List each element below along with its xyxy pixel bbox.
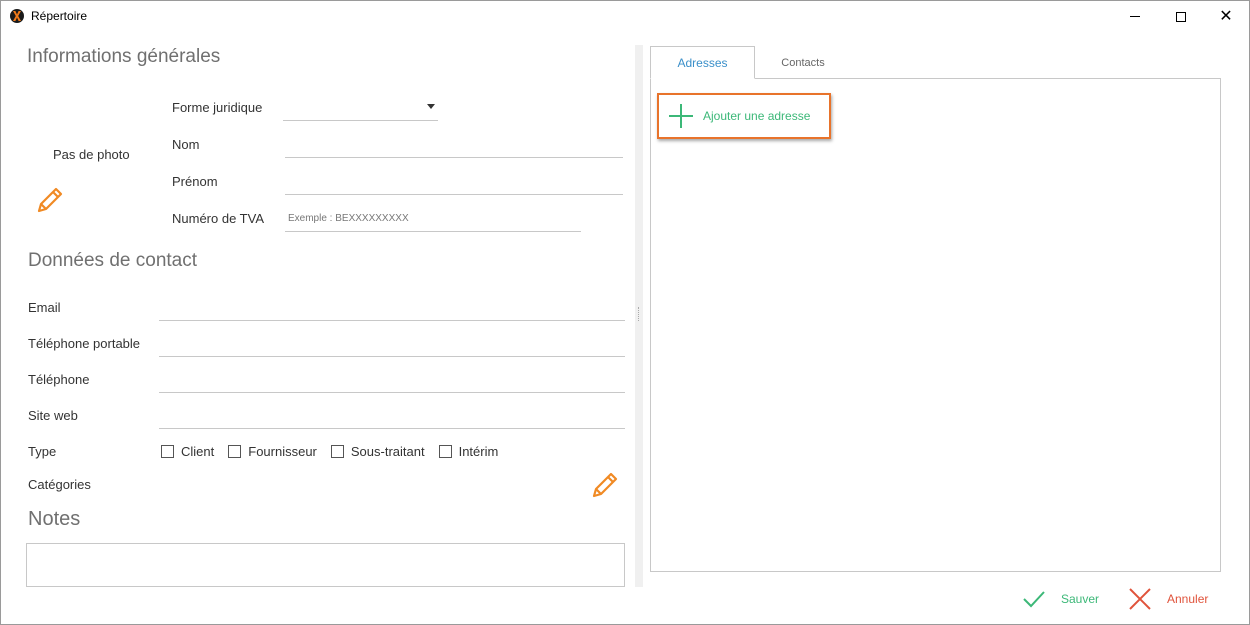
checkbox-box[interactable] — [438, 445, 452, 458]
window-title: Répertoire — [31, 9, 88, 23]
plus-icon — [669, 104, 693, 128]
categories-label: Catégories — [28, 477, 91, 492]
minimize-icon — [1130, 16, 1140, 17]
close-x-icon — [1129, 588, 1151, 610]
general-section-title: Informations générales — [27, 46, 221, 67]
panel-splitter[interactable] — [635, 45, 643, 587]
website-input[interactable] — [159, 404, 625, 428]
add-address-label: Ajouter une adresse — [703, 109, 811, 123]
email-label: Email — [28, 300, 61, 315]
add-address-button[interactable]: Ajouter une adresse — [657, 93, 831, 139]
app-logo-icon — [10, 9, 24, 23]
forme-juridique-underline — [283, 120, 438, 121]
prenom-input[interactable] — [285, 170, 623, 194]
tva-label: Numéro de TVA — [172, 211, 265, 226]
maximize-icon — [1176, 11, 1186, 22]
checkbox-box[interactable] — [330, 445, 344, 458]
type-fournisseur-checkbox[interactable]: Fournisseur — [228, 444, 317, 459]
title-bar: Répertoire ✕ — [1, 1, 1249, 32]
cancel-button[interactable]: Annuler — [1127, 586, 1208, 612]
mobile-input[interactable] — [159, 332, 625, 356]
nom-underline — [285, 157, 623, 158]
phone-input[interactable] — [159, 368, 625, 392]
type-label: Type — [28, 444, 57, 459]
tva-placeholder: Exemple : BEXXXXXXXXX — [288, 213, 409, 224]
repertoire-window: Répertoire ✕ Informations générales Pas … — [0, 0, 1250, 625]
type-sous-traitant-label: Sous-traitant — [350, 444, 425, 459]
edit-photo-pencil-icon[interactable] — [35, 185, 65, 215]
nom-label: Nom — [172, 137, 200, 152]
close-button[interactable]: ✕ — [1203, 1, 1249, 32]
type-interim-label: Intérim — [458, 444, 499, 459]
prenom-underline — [285, 194, 623, 195]
chevron-down-icon[interactable] — [427, 104, 435, 109]
phone-underline — [159, 392, 625, 393]
type-interim-checkbox[interactable]: Intérim — [438, 444, 499, 459]
mobile-underline — [159, 356, 625, 357]
nom-input[interactable] — [285, 133, 623, 157]
type-checkboxes: Client Fournisseur Sous-traitant Intérim — [161, 444, 512, 459]
minimize-button[interactable] — [1112, 1, 1158, 32]
email-input[interactable] — [159, 296, 625, 320]
forme-juridique-label: Forme juridique — [172, 100, 263, 115]
save-button[interactable]: Sauver — [1021, 586, 1099, 612]
tva-underline — [285, 231, 581, 232]
mobile-label: Téléphone portable — [28, 336, 141, 351]
checkbox-box[interactable] — [161, 445, 174, 458]
phone-label: Téléphone — [28, 372, 90, 387]
tab-contacts[interactable]: Contacts — [755, 46, 851, 79]
addresses-tab-panel — [650, 78, 1221, 572]
type-fournisseur-label: Fournisseur — [248, 444, 317, 459]
close-icon: ✕ — [1219, 7, 1233, 25]
maximize-button[interactable] — [1158, 1, 1204, 32]
contact-section-title: Données de contact — [28, 250, 198, 271]
email-underline — [159, 320, 625, 321]
website-underline — [159, 428, 625, 429]
edit-categories-pencil-icon[interactable] — [590, 470, 620, 500]
tab-adresses[interactable]: Adresses — [650, 46, 755, 79]
prenom-label: Prénom — [172, 174, 218, 189]
notes-textarea[interactable] — [26, 543, 625, 587]
splitter-grip-icon[interactable] — [638, 307, 640, 321]
no-photo-label: Pas de photo — [53, 147, 130, 162]
save-label: Sauver — [1061, 592, 1100, 606]
forme-juridique-select[interactable] — [283, 95, 438, 120]
cancel-label: Annuler — [1167, 592, 1209, 606]
type-client-checkbox[interactable]: Client — [161, 444, 214, 459]
notes-section-title: Notes — [28, 508, 81, 530]
website-label: Site web — [28, 408, 78, 423]
checkbox-box[interactable] — [228, 445, 242, 458]
check-icon — [1023, 591, 1045, 608]
type-sous-traitant-checkbox[interactable]: Sous-traitant — [330, 444, 425, 459]
type-client-label: Client — [181, 444, 215, 459]
